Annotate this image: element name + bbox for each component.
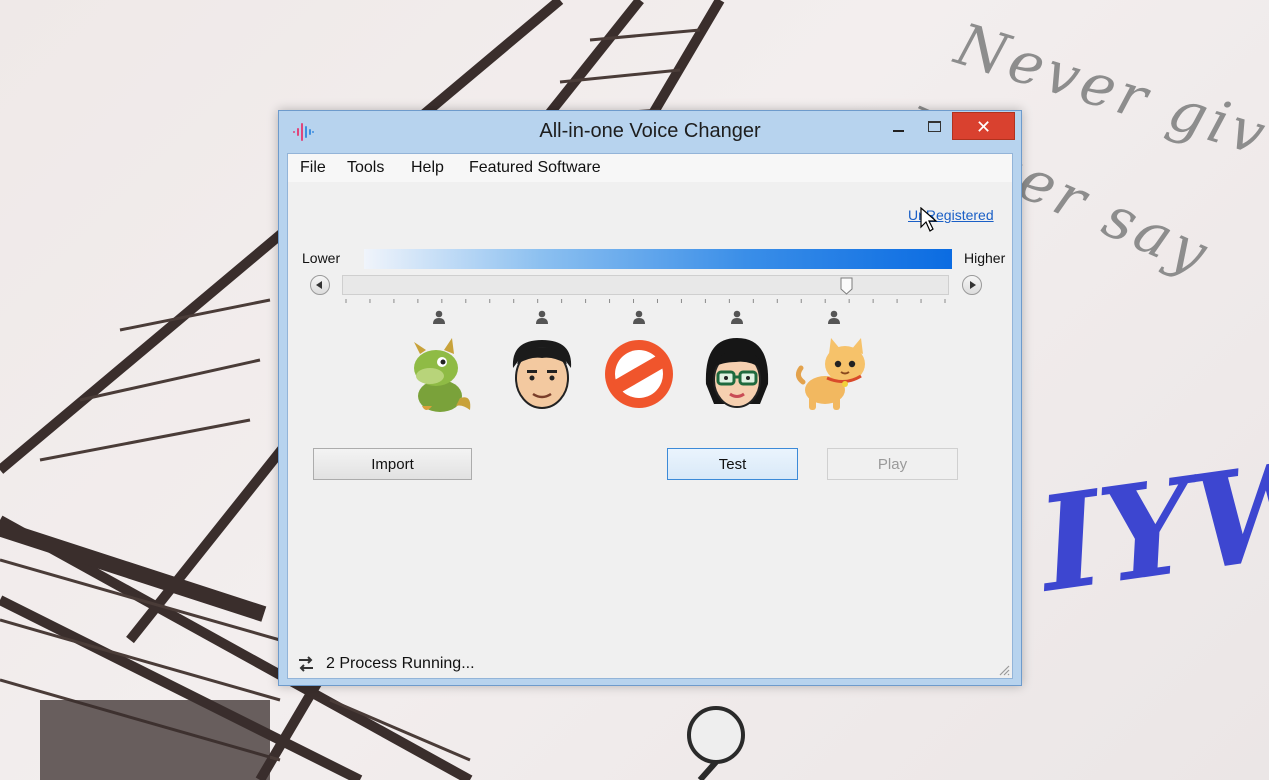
man-face-icon[interactable] <box>503 334 581 414</box>
voice-marker-woman <box>730 310 743 324</box>
voice-marker-dragon <box>433 310 446 324</box>
status-text: 2 Process Running... <box>326 655 475 672</box>
minimize-button[interactable] <box>884 113 914 139</box>
woman-face-icon[interactable] <box>698 334 776 414</box>
cat-icon[interactable] <box>795 334 873 414</box>
maximize-button[interactable] <box>920 113 950 139</box>
process-swap-icon <box>299 656 313 672</box>
voice-marker-man <box>536 310 549 324</box>
close-button[interactable]: ✕ <box>952 112 1015 140</box>
voice-changer-window: All-in-one Voice Changer ✕ File Tools He… <box>278 110 1022 686</box>
play-button[interactable]: Play <box>827 448 958 480</box>
voice-marker-none <box>633 310 646 324</box>
title-bar[interactable]: All-in-one Voice Changer ✕ <box>279 111 1021 153</box>
pitch-increase-button[interactable] <box>962 275 982 295</box>
pitch-higher-label: Higher <box>964 250 1006 266</box>
menu-help[interactable]: Help <box>411 159 444 177</box>
pitch-slider-ticks <box>345 299 946 303</box>
pitch-lower-label: Lower <box>302 250 341 266</box>
menu-tools[interactable]: Tools <box>347 159 384 177</box>
no-effect-icon[interactable] <box>600 334 678 414</box>
client-area: File Tools Help Featured Software UnRegi… <box>287 153 1013 679</box>
voice-marker-cat <box>827 310 840 324</box>
import-button[interactable]: Import <box>313 448 472 480</box>
pitch-slider-track[interactable] <box>342 275 949 295</box>
menu-featured-software[interactable]: Featured Software <box>469 159 601 177</box>
menu-file[interactable]: File <box>300 159 326 177</box>
menu-bar: File Tools Help Featured Software <box>288 154 1012 182</box>
dragon-icon[interactable] <box>400 334 478 414</box>
test-button[interactable]: Test <box>667 448 798 480</box>
resize-grip-icon[interactable] <box>998 664 1010 676</box>
status-bar: 2 Process Running... <box>288 650 1012 678</box>
pitch-decrease-button[interactable] <box>310 275 330 295</box>
pitch-slider-thumb[interactable] <box>840 277 853 295</box>
pitch-gradient-bar <box>364 249 952 269</box>
mouse-cursor-icon <box>920 207 938 232</box>
